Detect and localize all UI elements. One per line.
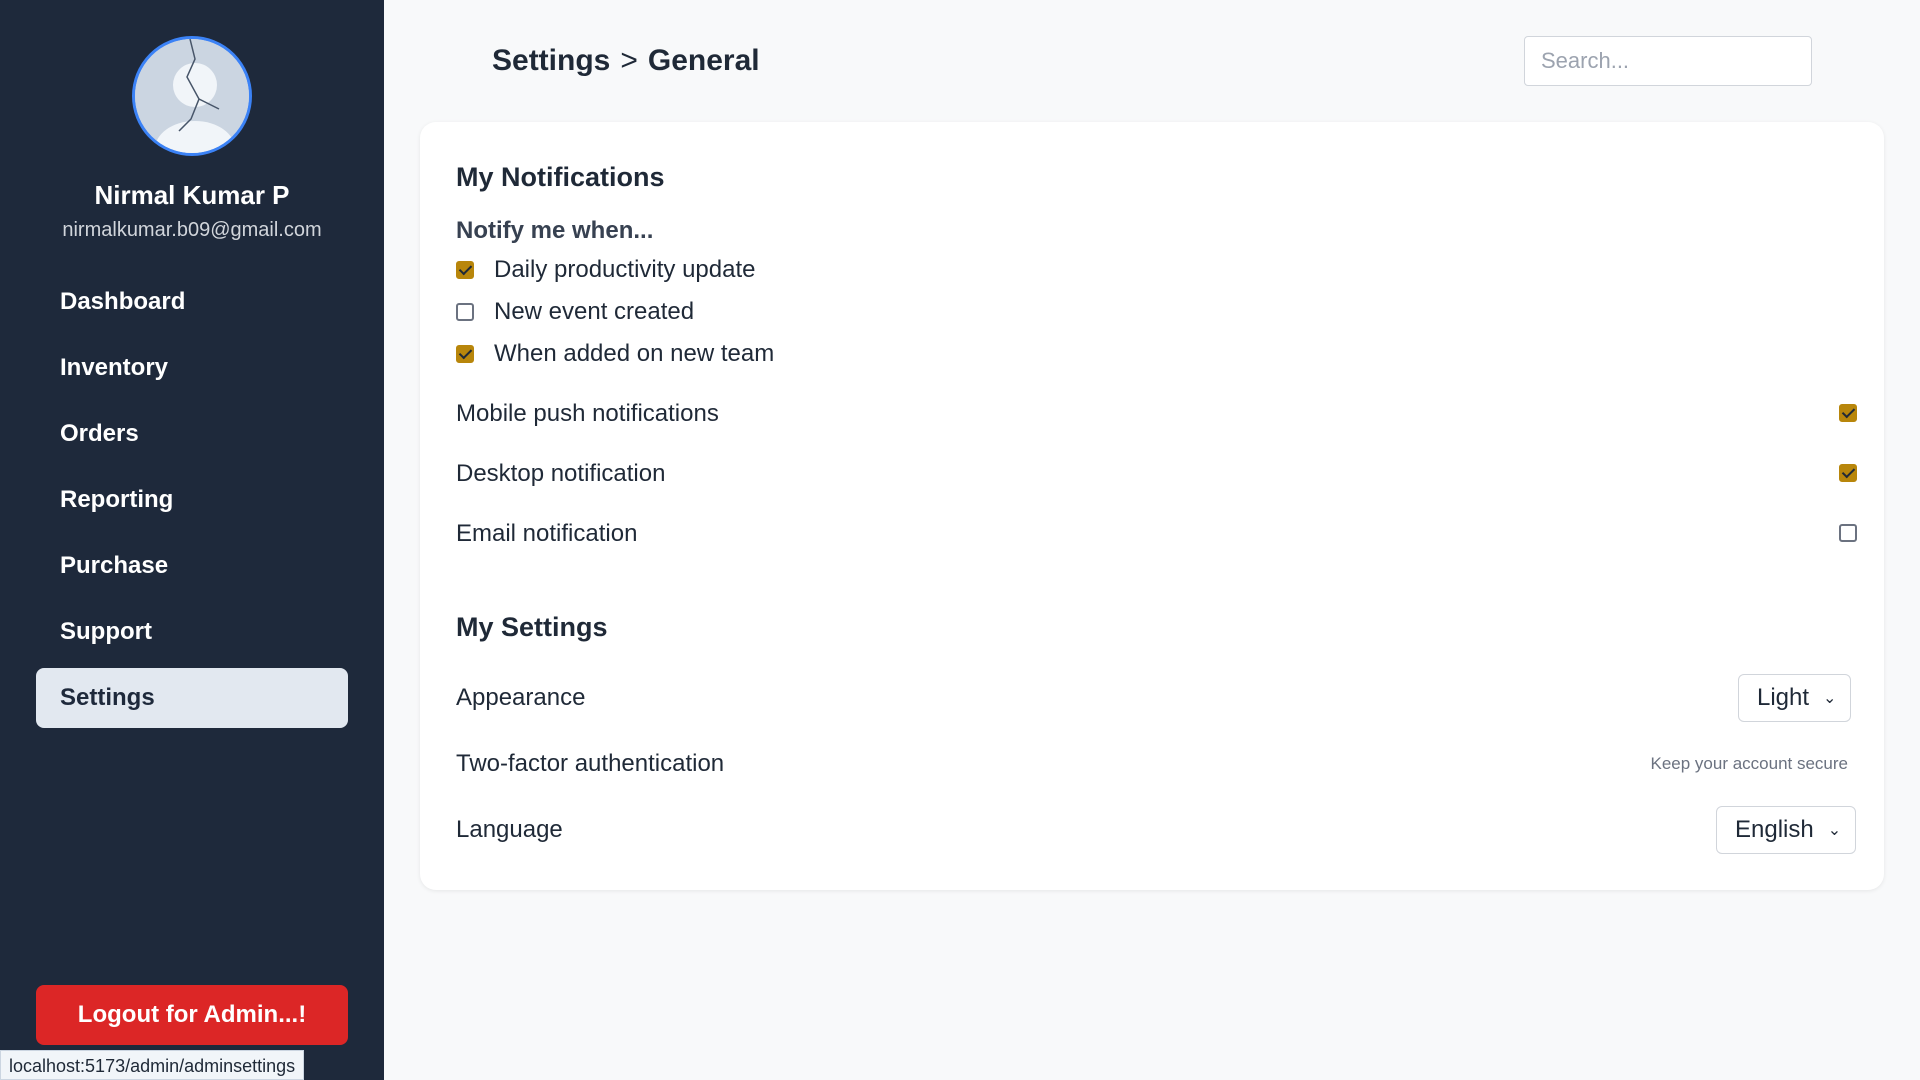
user-avatar-icon bbox=[135, 39, 249, 153]
sidebar-nav: Dashboard Inventory Orders Reporting Pur… bbox=[36, 272, 348, 734]
status-bar-url: localhost:5173/admin/adminsettings bbox=[0, 1050, 305, 1080]
mobile-push-checkbox[interactable] bbox=[1839, 404, 1857, 422]
top-bar: Settings > General bbox=[384, 0, 1920, 120]
notify-subheading: Notify me when... bbox=[456, 217, 654, 244]
sidebar-item-support[interactable]: Support bbox=[36, 602, 348, 662]
breadcrumb: Settings > General bbox=[492, 44, 760, 78]
sidebar-item-dashboard[interactable]: Dashboard bbox=[36, 272, 348, 332]
desktop-notification-label: Desktop notification bbox=[456, 460, 666, 487]
option-added-team[interactable]: When added on new team bbox=[456, 340, 774, 368]
two-factor-label: Two-factor authentication bbox=[456, 750, 725, 777]
language-value: English bbox=[1735, 816, 1814, 843]
settings-title: My Settings bbox=[456, 612, 608, 642]
breadcrumb-separator: > bbox=[620, 44, 638, 77]
appearance-select[interactable]: Light ⌄ bbox=[1738, 674, 1852, 722]
sidebar-item-settings[interactable]: Settings bbox=[36, 668, 348, 728]
option-label: New event created bbox=[494, 298, 695, 325]
daily-productivity-checkbox[interactable] bbox=[456, 261, 474, 279]
language-label: Language bbox=[456, 816, 563, 843]
sidebar-item-orders[interactable]: Orders bbox=[36, 404, 348, 464]
profile-email: nirmalkumar.b09@gmail.com bbox=[62, 219, 322, 241]
new-event-checkbox[interactable] bbox=[456, 303, 474, 321]
breadcrumb-general: General bbox=[647, 44, 760, 77]
avatar[interactable] bbox=[132, 36, 252, 156]
sidebar-item-reporting[interactable]: Reporting bbox=[36, 470, 348, 530]
search-input[interactable] bbox=[1524, 36, 1812, 86]
notifications-title: My Notifications bbox=[456, 162, 665, 192]
option-label: When added on new team bbox=[494, 340, 775, 367]
desktop-notification-checkbox[interactable] bbox=[1839, 464, 1857, 482]
added-team-checkbox[interactable] bbox=[456, 345, 474, 363]
two-factor-hint: Keep your account secure bbox=[1650, 754, 1848, 773]
main-content: Settings > General My Notifications Notify… bbox=[384, 0, 1920, 1080]
sidebar-item-purchase[interactable]: Purchase bbox=[36, 536, 348, 596]
settings-card: My Notifications Notify me when... Daily… bbox=[420, 122, 1884, 890]
breadcrumb-settings[interactable]: Settings bbox=[492, 44, 610, 77]
chevron-down-icon: ⌄ bbox=[1827, 822, 1842, 839]
option-label: Daily productivity update bbox=[494, 256, 756, 283]
logout-button[interactable]: Logout for Admin...! bbox=[36, 985, 348, 1045]
profile-name: Nirmal Kumar P bbox=[94, 180, 290, 210]
option-new-event[interactable]: New event created bbox=[456, 298, 694, 326]
option-daily-productivity[interactable]: Daily productivity update bbox=[456, 256, 755, 284]
appearance-value: Light bbox=[1757, 684, 1810, 711]
language-select[interactable]: English ⌄ bbox=[1716, 806, 1857, 854]
sidebar: Nirmal Kumar P nirmalkumar.b09@gmail.com… bbox=[0, 0, 384, 1080]
email-notification-checkbox[interactable] bbox=[1839, 524, 1857, 542]
appearance-label: Appearance bbox=[456, 684, 586, 711]
chevron-down-icon: ⌄ bbox=[1823, 690, 1837, 707]
email-notification-label: Email notification bbox=[456, 520, 638, 547]
mobile-push-label: Mobile push notifications bbox=[456, 400, 719, 427]
sidebar-item-inventory[interactable]: Inventory bbox=[36, 338, 348, 398]
